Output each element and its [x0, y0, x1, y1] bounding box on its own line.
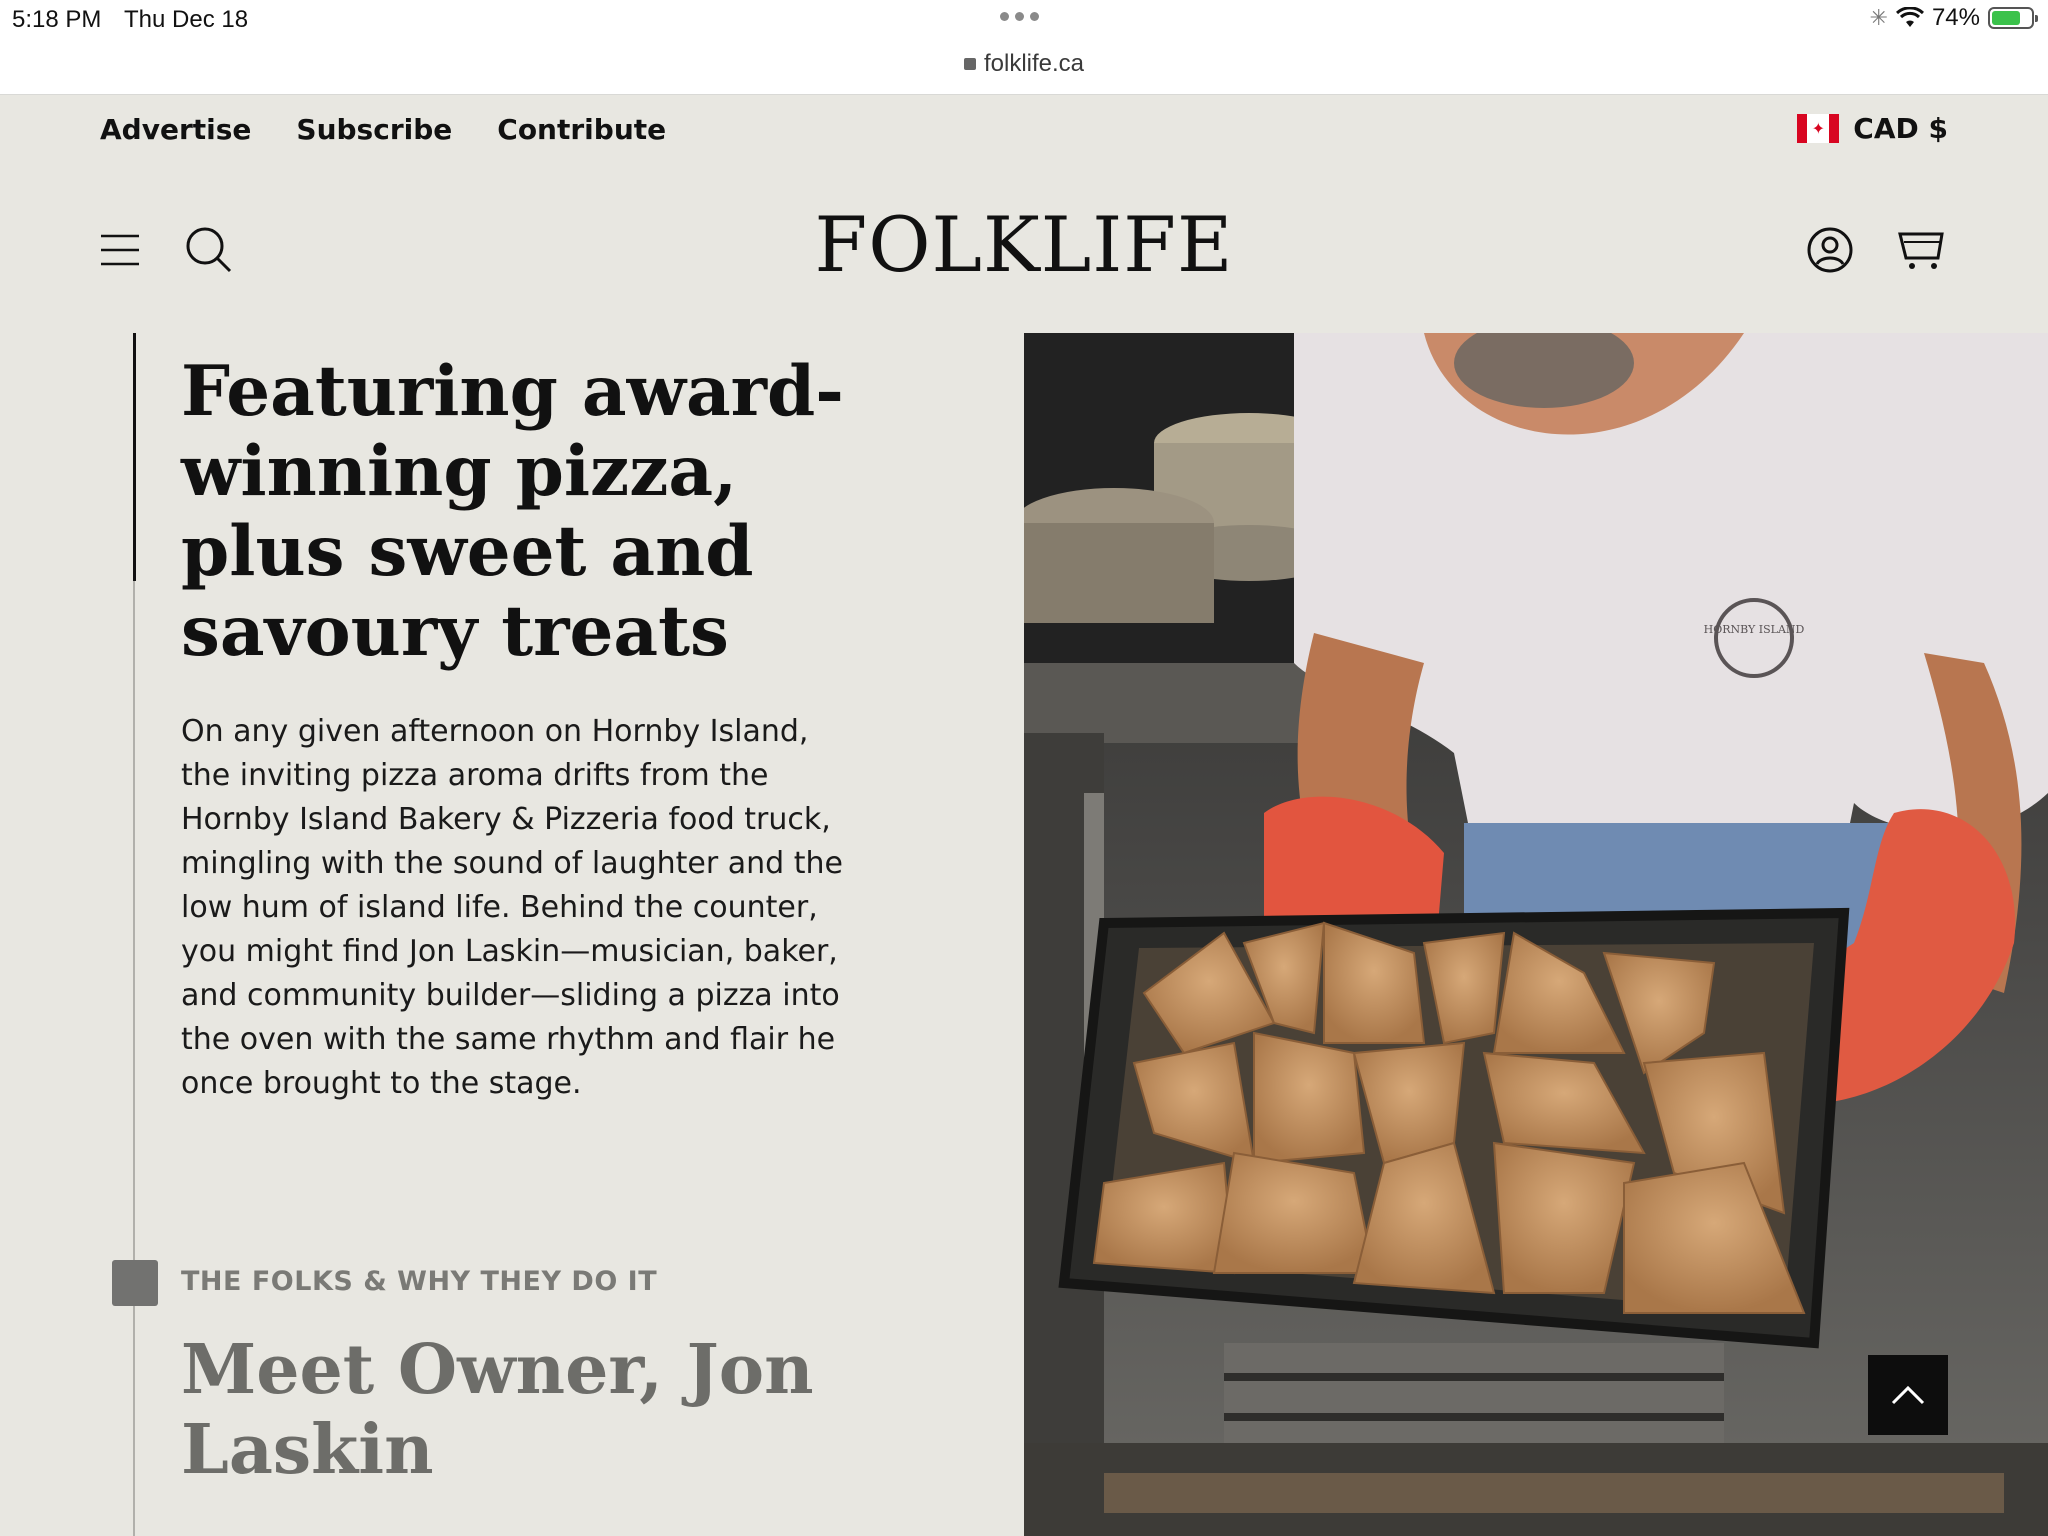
currency-label: CAD $	[1853, 112, 1948, 145]
battery-percent: 74%	[1931, 4, 1980, 31]
account-icon	[1807, 227, 1853, 273]
status-bar: 5:18 PM Thu Dec 18 ✳ 74% folklife.ca	[0, 0, 2048, 95]
status-time: 5:18 PM	[12, 6, 102, 33]
activity-spinner-icon: ✳	[1869, 5, 1888, 30]
utility-nav: Advertise Subscribe Contribute	[100, 113, 666, 146]
account-button[interactable]	[1803, 223, 1857, 277]
shirt-logo-text: HORNBY ISLAND	[1704, 623, 1805, 636]
section-progress-line	[133, 333, 136, 581]
nav-advertise[interactable]: Advertise	[100, 113, 251, 146]
chevron-up-icon	[1891, 1385, 1925, 1405]
canada-flag-icon: ✦	[1797, 114, 1840, 143]
status-indicators: ✳ 74%	[1869, 4, 2038, 32]
section-marker	[112, 1260, 158, 1306]
cart-icon	[1898, 232, 1944, 269]
battery-icon	[1988, 7, 2038, 29]
currency-selector[interactable]: ✦ CAD $	[1797, 112, 1948, 145]
url-text: folklife.ca	[983, 50, 1085, 77]
scroll-to-top-button[interactable]	[1868, 1355, 1948, 1435]
nav-subscribe[interactable]: Subscribe	[296, 113, 452, 146]
section-title: Meet Owner, Jon Laskin	[181, 1330, 814, 1490]
address-bar[interactable]: folklife.ca	[0, 50, 2048, 78]
section-timeline	[133, 581, 135, 1536]
cart-button[interactable]	[1895, 223, 1949, 277]
lock-icon	[963, 58, 976, 70]
article-headline: Featuring award-winning pizza, plus swee…	[181, 351, 844, 672]
section-kicker: THE FOLKS & WHY THEY DO IT	[181, 1266, 658, 1297]
wifi-icon	[1895, 7, 1924, 27]
nav-contribute[interactable]: Contribute	[497, 113, 666, 146]
article-body: On any given afternoon on Hornby Island,…	[181, 714, 843, 1101]
status-date: Thu Dec 18	[124, 6, 249, 33]
multitasking-dots-icon[interactable]	[1000, 12, 1039, 21]
site-logo[interactable]: FOLKLIFE	[0, 200, 2048, 289]
